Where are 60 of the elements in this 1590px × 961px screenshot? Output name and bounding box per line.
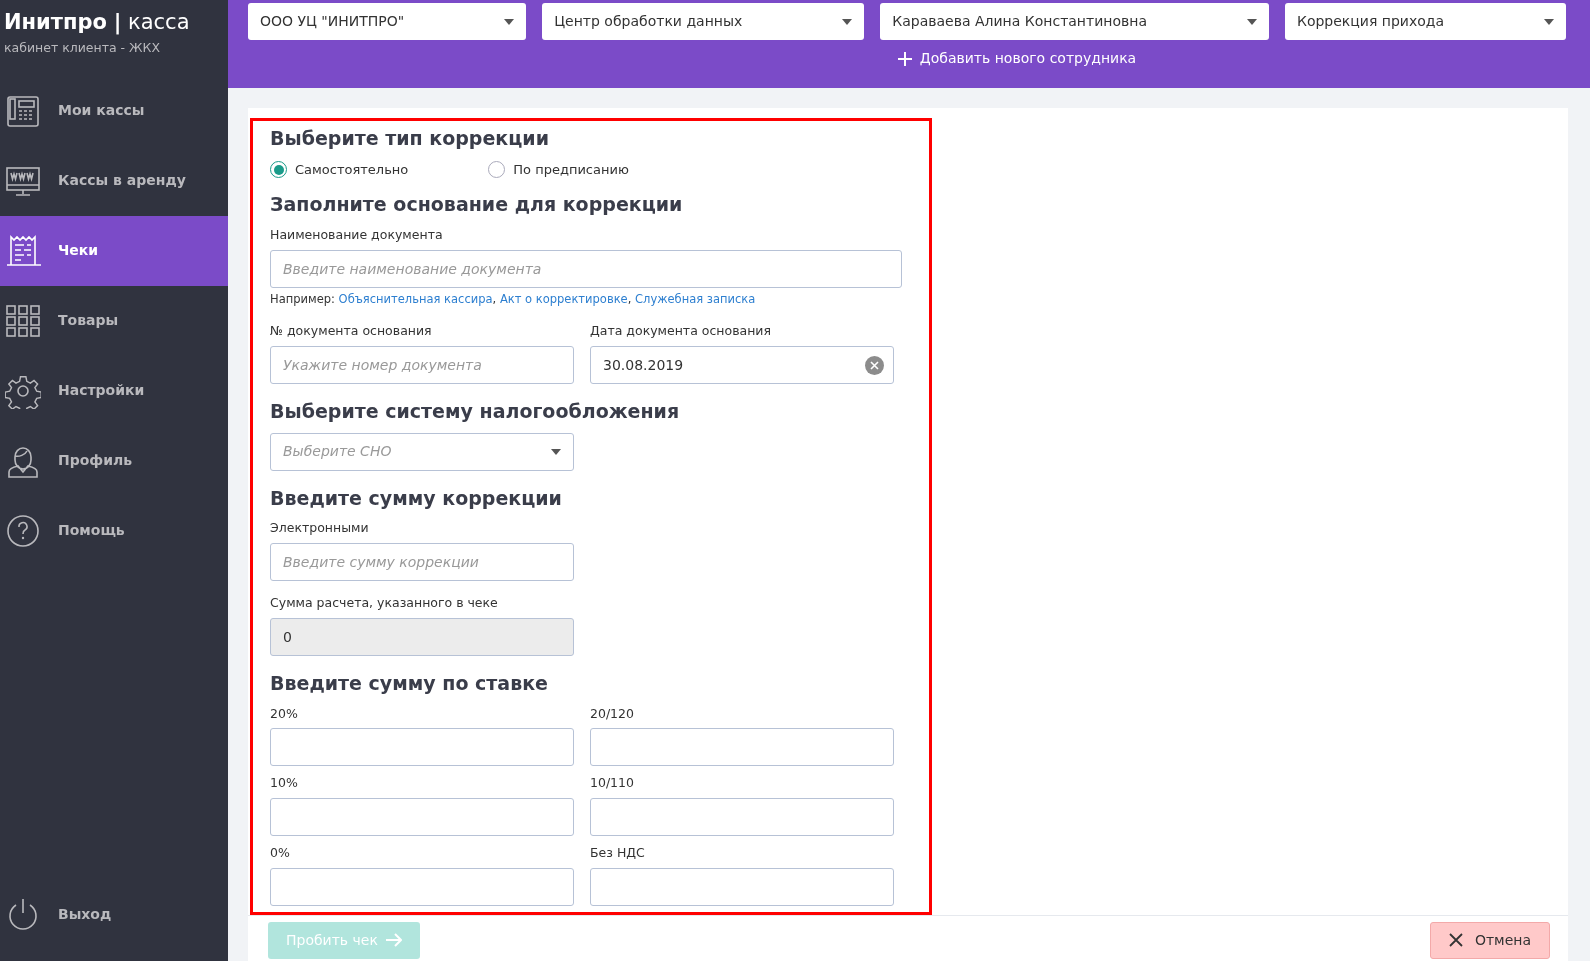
- radio-option[interactable]: По предписанию: [488, 159, 629, 180]
- caret-icon: [1246, 18, 1257, 25]
- grid-icon: [5, 302, 41, 339]
- caret-icon: [1544, 18, 1555, 25]
- section-heading: Введите сумму коррекции: [270, 486, 563, 510]
- caret-icon: [842, 18, 853, 25]
- add-employee-link[interactable]: Добавить нового сотрудника: [897, 48, 1137, 69]
- dropdown[interactable]: Коррекция прихода: [1284, 3, 1567, 40]
- section-heading: Выберите систему налогообложения: [270, 399, 681, 423]
- field-label: Дата документа основания: [590, 322, 772, 341]
- example-note: Например: Объяснительная кассира, Акт о корректировке, Служебная записка: [270, 290, 757, 308]
- input-field[interactable]: [270, 868, 574, 906]
- receipt-icon: [5, 232, 41, 269]
- example-link[interactable]: Акт о корректировке: [499, 291, 628, 306]
- input-field[interactable]: [270, 798, 574, 837]
- caret-icon: [504, 18, 515, 25]
- input-field[interactable]: [590, 728, 894, 767]
- sidebar-item[interactable]: Настройки: [0, 355, 228, 426]
- cancel-button[interactable]: Отмена: [1429, 922, 1550, 959]
- field-label: 20/120: [590, 704, 635, 723]
- field-label: № документа основания: [270, 322, 433, 341]
- input-field[interactable]: Введите наименование документа: [270, 249, 902, 288]
- radio-option[interactable]: Самостоятельно: [270, 159, 409, 180]
- section-heading: Заполните основание для коррекции: [270, 193, 684, 217]
- input-field[interactable]: Введите сумму коррекции: [270, 543, 574, 582]
- clear-icon[interactable]: [865, 355, 884, 375]
- field-label: 10/110: [590, 774, 635, 793]
- close-icon: [1448, 933, 1463, 948]
- sidebar-item[interactable]: Кассы в аренду: [0, 145, 228, 216]
- sidebar-item[interactable]: Мои кассы: [0, 75, 228, 146]
- input-field[interactable]: [590, 868, 894, 906]
- dropdown[interactable]: ООО УЦ "ИНИТПРО": [248, 3, 527, 40]
- field-label: Наименование документа: [270, 226, 444, 245]
- example-link[interactable]: Объяснительная кассира: [338, 291, 493, 306]
- input-field[interactable]: 30.08.2019: [590, 345, 894, 384]
- brand-subtitle: кабинет клиента - ЖКХ: [3, 39, 161, 57]
- dropdown[interactable]: Караваева Алина Константиновна: [880, 3, 1269, 40]
- input-field[interactable]: [590, 798, 894, 837]
- field-label: Без НДС: [590, 844, 646, 863]
- arrow-right-icon: [385, 933, 402, 948]
- field-label: 20%: [270, 704, 299, 723]
- caret-icon: [551, 448, 561, 455]
- help-icon: [5, 512, 41, 549]
- field-label: Сумма расчета, указанного в чеке: [270, 594, 499, 613]
- input-field[interactable]: Укажите номер документа: [270, 345, 574, 384]
- field-label: Электронными: [270, 519, 370, 538]
- section-heading: Введите сумму по ставке: [270, 671, 549, 695]
- dropdown[interactable]: Центр обработки данных: [542, 3, 865, 40]
- field-label: 10%: [270, 774, 299, 793]
- sidebar-item[interactable]: Профиль: [0, 425, 228, 496]
- field-label: 0%: [270, 844, 291, 863]
- plus-icon: [897, 51, 912, 66]
- sidebar-item[interactable]: Чеки: [0, 215, 228, 286]
- sidebar-item[interactable]: Помощь: [0, 495, 228, 566]
- brand-logo: Инитпро | касса: [3, 9, 191, 33]
- example-link[interactable]: Служебная записка: [635, 291, 756, 306]
- logout-item[interactable]: Выход: [0, 879, 228, 949]
- input-field[interactable]: [270, 728, 574, 767]
- sidebar-item[interactable]: Товары: [0, 285, 228, 356]
- section-heading: Выберите тип коррекции: [270, 127, 550, 150]
